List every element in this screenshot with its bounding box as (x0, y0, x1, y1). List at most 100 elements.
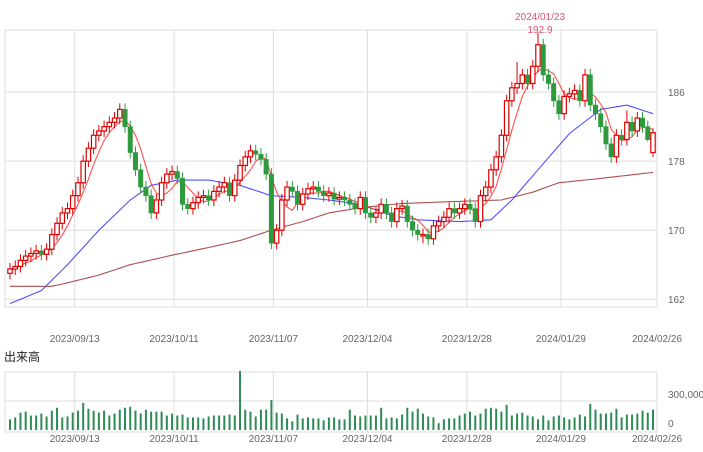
volume-bar (615, 408, 618, 430)
candle-body (216, 186, 222, 192)
candle-body (410, 221, 416, 231)
volume-bar (228, 414, 231, 430)
volume-y-tick-label: 0 (668, 419, 674, 430)
volume-bar (160, 411, 163, 430)
volume-bar (35, 415, 38, 430)
candle-body (253, 150, 259, 155)
candle-body (169, 170, 175, 175)
candle (279, 193, 285, 237)
volume-bar (150, 411, 153, 430)
candle-body (122, 109, 128, 127)
volume-bar (197, 417, 200, 430)
candle (143, 181, 149, 202)
volume-bar (343, 419, 346, 430)
candle (284, 181, 290, 207)
candle-body (650, 132, 656, 154)
candle-body (640, 117, 646, 127)
candle-body (435, 220, 442, 227)
candle-body (582, 74, 588, 102)
candle-body (545, 74, 551, 84)
candle (43, 243, 50, 261)
candle (289, 181, 295, 198)
candle (640, 111, 646, 133)
volume-bar (395, 418, 398, 430)
volume-bar (421, 413, 424, 430)
candle-body (342, 197, 348, 201)
candle (399, 199, 405, 215)
candle (90, 129, 97, 155)
candle-body (404, 205, 410, 222)
candle-body (69, 195, 76, 210)
candle-body (96, 130, 102, 136)
candle-body (174, 171, 180, 179)
candle (7, 262, 13, 280)
candles (7, 32, 656, 280)
candle (540, 38, 546, 81)
candle-body (321, 191, 327, 196)
volume-bar (432, 417, 435, 430)
candle-body (90, 134, 97, 149)
candle (12, 260, 19, 276)
candle-body (7, 268, 13, 274)
candle (551, 77, 557, 107)
candle-body (477, 195, 484, 223)
candle (425, 228, 431, 245)
volume-bar (568, 419, 571, 430)
candle-body (451, 208, 457, 214)
candle-body (211, 190, 217, 201)
candle-body (164, 173, 170, 184)
candle-body (148, 195, 154, 214)
candle-body (289, 186, 295, 192)
candle (389, 206, 395, 228)
candle (237, 159, 243, 187)
candle-body (310, 186, 317, 190)
candle (582, 68, 588, 107)
candle-body (498, 134, 505, 158)
candle (64, 202, 71, 219)
volume-bar (510, 415, 513, 430)
candle (85, 142, 92, 168)
volume-bar (401, 414, 404, 430)
candle (415, 224, 421, 241)
candle (477, 189, 484, 228)
candle (268, 168, 274, 250)
candle-body (33, 250, 39, 255)
x-tick-label: 2024/02/26 (632, 334, 682, 345)
candle-body (415, 229, 421, 235)
candle-body (305, 188, 311, 195)
candle-body (624, 121, 630, 141)
volume-bar (249, 411, 252, 430)
candle-body (441, 216, 447, 223)
candle-body (231, 179, 238, 197)
volume-bar (223, 415, 226, 430)
volume-bar (82, 402, 85, 430)
candle-body (268, 173, 274, 244)
ma75-line (10, 171, 654, 287)
candle (75, 176, 81, 202)
candle (132, 146, 138, 176)
x-tick-label: 2023/12/28 (442, 334, 492, 345)
volume-bar (536, 419, 539, 430)
candle (525, 68, 531, 90)
volume-y-tick-label: 300,000 (668, 390, 703, 401)
candle (587, 68, 593, 112)
volume-bar (171, 413, 174, 430)
candle-body (315, 186, 321, 192)
candle-body (509, 87, 515, 102)
volume-bar (453, 418, 456, 430)
candle-body (462, 203, 468, 210)
volume-x-tick-label: 2024/01/29 (536, 434, 586, 445)
candle-body (127, 126, 133, 153)
x-tick-label: 2023/12/04 (342, 334, 392, 345)
volume-bar (202, 418, 205, 430)
candle-body (227, 182, 233, 196)
volume-bar (129, 406, 132, 430)
volume-bar (516, 413, 519, 430)
candle (138, 163, 144, 194)
volume-bar (286, 418, 289, 430)
candle-body (514, 82, 520, 89)
candle-body (482, 186, 489, 197)
candle-body (368, 212, 374, 218)
candle-body (43, 248, 50, 255)
candle (231, 174, 238, 202)
